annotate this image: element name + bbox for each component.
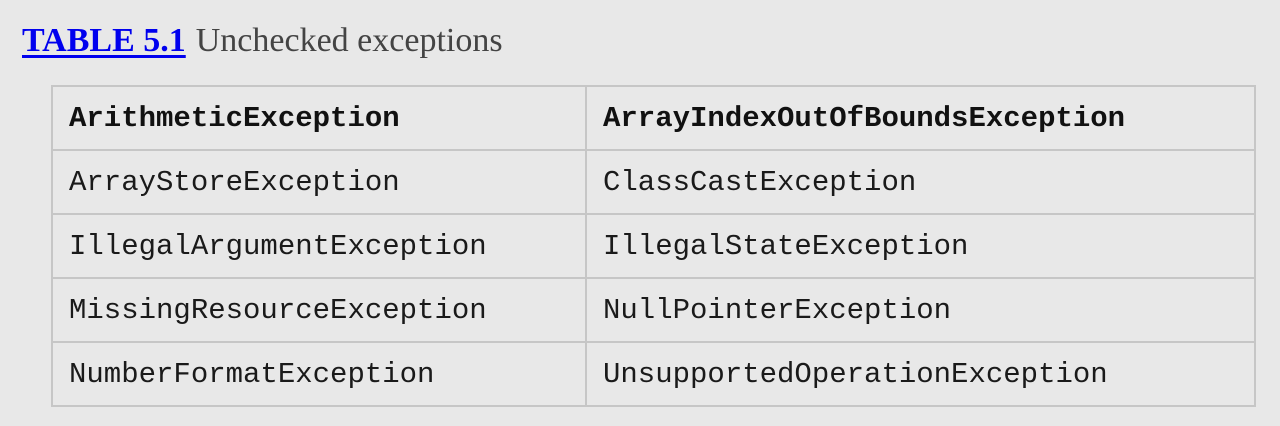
table-cell: MissingResourceException [51, 277, 587, 343]
table-row: NumberFormatException UnsupportedOperati… [51, 341, 1256, 407]
table-cell: IllegalArgumentException [51, 213, 587, 279]
table-cell: ArithmeticException [51, 85, 587, 151]
table-reference-link[interactable]: TABLE 5.1 [22, 22, 186, 59]
table-row: IllegalArgumentException IllegalStateExc… [51, 213, 1256, 279]
table-cell: NullPointerException [585, 277, 1256, 343]
table-cell: NumberFormatException [51, 341, 587, 407]
table-cell: ArrayIndexOutOfBoundsException [585, 85, 1256, 151]
table-row: MissingResourceException NullPointerExce… [51, 277, 1256, 343]
table-row: ArrayStoreException ClassCastException [51, 149, 1256, 215]
table-title: Unchecked exceptions [195, 22, 503, 59]
table-cell: IllegalStateException [585, 213, 1256, 279]
table-row: ArithmeticException ArrayIndexOutOfBound… [51, 85, 1256, 151]
table-cell: UnsupportedOperationException [585, 341, 1256, 407]
exceptions-table: ArithmeticException ArrayIndexOutOfBound… [51, 85, 1256, 407]
table-caption: TABLE 5.1 Unchecked exceptions [22, 20, 503, 62]
table-cell: ClassCastException [585, 149, 1256, 215]
table-cell: ArrayStoreException [51, 149, 587, 215]
